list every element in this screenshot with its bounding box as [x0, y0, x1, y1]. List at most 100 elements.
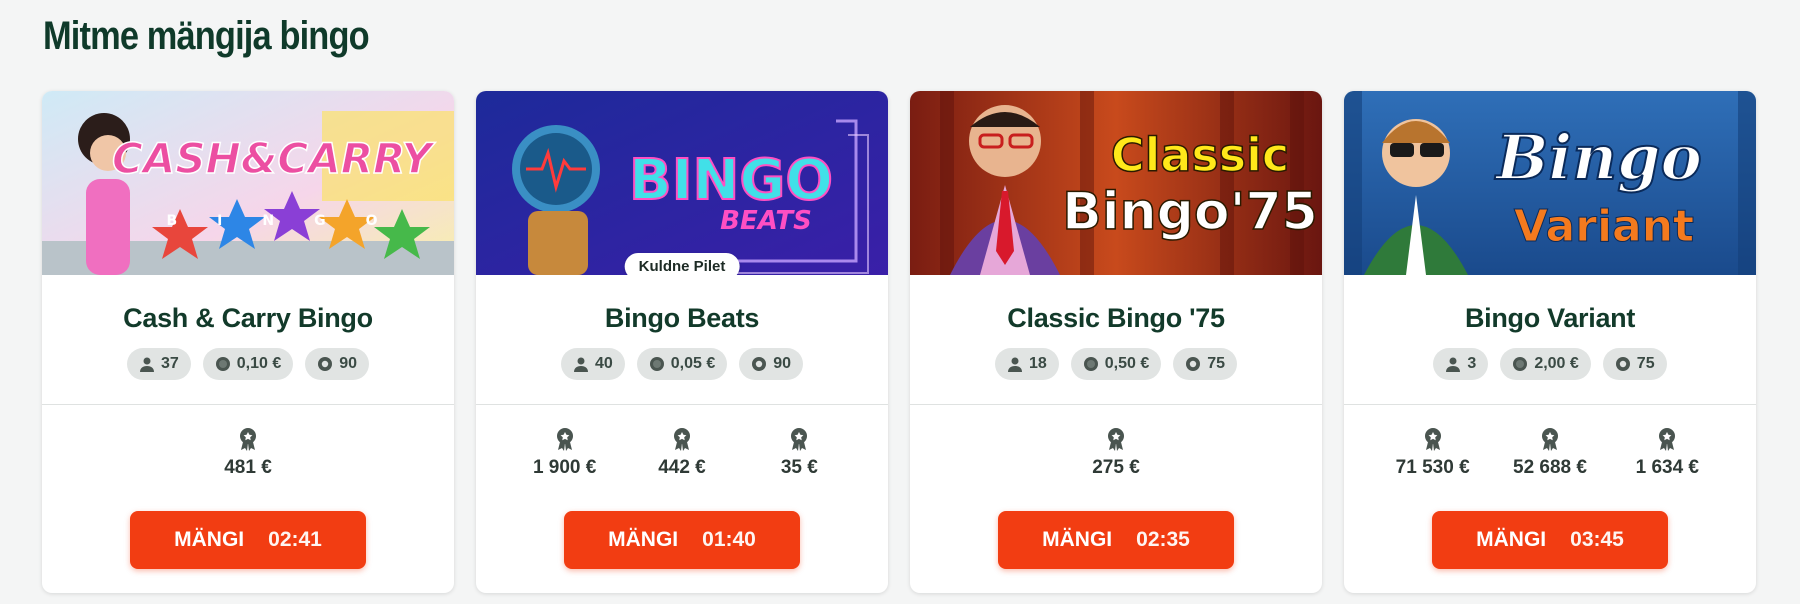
award-icon [1659, 428, 1676, 451]
coin-icon [1513, 357, 1528, 371]
countdown-timer: 02:35 [1136, 528, 1190, 551]
prize-amount: 35 € [780, 457, 818, 478]
game-stats: 3 2,00 € 75 [1344, 348, 1756, 380]
prize-item: 71 530 € [1393, 427, 1473, 479]
game-title: Cash & Carry Bingo [123, 303, 373, 333]
players-pill: 18 [994, 348, 1059, 380]
banner-logo-text: Bingo [1494, 121, 1702, 194]
prize-list: 481 € [42, 427, 454, 479]
game-stats: 18 0,50 € 75 [910, 348, 1322, 380]
play-label: MÄNGI [608, 528, 679, 551]
prize-list: 71 530 € 52 688 € 1 634 € [1344, 427, 1756, 479]
players-count: 3 [1467, 355, 1477, 372]
prize-amount: 481 € [224, 457, 272, 478]
banner-subtitle-text: BINGO [167, 213, 418, 229]
user-icon [139, 357, 154, 372]
countdown-timer: 02:41 [268, 528, 322, 551]
prize-amount: 442 € [658, 457, 706, 478]
game-banner[interactable]: Bingo Variant [1344, 91, 1756, 275]
game-banner[interactable]: BINGO BEATS Kuldne Pilet [476, 91, 888, 275]
banner-subtitle-text: Variant [1514, 201, 1694, 252]
balls-pill: 75 [1602, 348, 1667, 380]
award-icon [1541, 428, 1558, 451]
players-pill: 37 [126, 348, 191, 380]
user-icon [1446, 357, 1461, 372]
bingo-ball-icon [752, 357, 767, 371]
game-banner[interactable]: CASH&CARRY BINGO [42, 91, 454, 275]
game-banner[interactable]: Classic Bingo'75 [910, 91, 1322, 275]
ticket-price: 2,00 € [1534, 355, 1579, 372]
prize-list: 1 900 € 442 € 35 € [476, 427, 888, 479]
play-button[interactable]: MÄNGI 02:35 [998, 511, 1234, 569]
game-card-bingo-beats[interactable]: BINGO BEATS Kuldne Pilet Bingo Beats 40 … [476, 91, 888, 593]
prize-item: 1 634 € [1627, 427, 1707, 479]
countdown-timer: 01:40 [702, 528, 756, 551]
game-card-classic-bingo-75[interactable]: Classic Bingo'75 Classic Bingo '75 18 0,… [910, 91, 1322, 593]
promo-badge: Kuldne Pilet [624, 253, 740, 275]
balls-count: 90 [339, 355, 358, 372]
game-title: Bingo Variant [1464, 303, 1636, 333]
game-card-cash-carry[interactable]: CASH&CARRY BINGO Cash & Carry Bingo 37 0… [42, 91, 454, 593]
play-button[interactable]: MÄNGI 03:45 [1432, 511, 1668, 569]
divider [1344, 404, 1756, 405]
coin-icon [649, 357, 664, 371]
banner-subtitle-text: BEATS [720, 206, 812, 236]
prize-amount: 71 530 € [1395, 457, 1470, 478]
balls-pill: 90 [739, 348, 804, 380]
banner-subtitle-text: Bingo'75 [1062, 182, 1318, 242]
divider [476, 404, 888, 405]
balls-pill: 75 [1173, 348, 1238, 380]
price-pill: 0,10 € [202, 348, 294, 380]
game-card-bingo-variant[interactable]: Bingo Variant Bingo Variant 3 2,00 € 75 [1344, 91, 1756, 593]
price-pill: 0,05 € [636, 348, 728, 380]
prize-amount: 1 900 € [532, 457, 597, 478]
game-title: Bingo Beats [604, 303, 760, 333]
play-label: MÄNGI [174, 528, 245, 551]
price-pill: 2,00 € [1500, 348, 1591, 380]
game-stats: 37 0,10 € 90 [42, 348, 454, 380]
balls-pill: 90 [305, 348, 370, 380]
banner-logo-text: Classic [1111, 128, 1289, 182]
players-count: 40 [594, 355, 613, 372]
prize-item: 1 900 € [525, 427, 605, 479]
award-icon [1108, 428, 1124, 451]
game-title: Classic Bingo '75 [1007, 303, 1225, 333]
section-title: Mitme mängija bingo [43, 14, 370, 58]
award-icon [791, 428, 808, 451]
divider [910, 404, 1322, 405]
divider [42, 404, 454, 405]
ticket-price: 0,05 € [670, 355, 716, 372]
play-label: MÄNGI [1042, 528, 1113, 551]
prize-item: 481 € [208, 427, 288, 479]
award-icon [673, 428, 690, 451]
prize-item: 442 € [642, 427, 722, 479]
prize-amount: 52 688 € [1513, 457, 1587, 478]
balls-count: 75 [1636, 355, 1655, 372]
user-icon [1007, 357, 1022, 372]
ticket-price: 0,50 € [1104, 355, 1150, 372]
countdown-timer: 03:45 [1570, 528, 1624, 551]
user-icon [573, 357, 588, 372]
play-button[interactable]: MÄNGI 02:41 [130, 511, 366, 569]
bingo-ball-icon [318, 357, 333, 371]
balls-count: 90 [773, 355, 792, 372]
prize-amount: 1 634 € [1635, 457, 1700, 478]
coin-icon [1083, 357, 1098, 371]
players-count: 37 [160, 355, 179, 372]
players-pill: 3 [1433, 348, 1489, 380]
coin-icon [215, 357, 230, 371]
bingo-ball-icon [1186, 357, 1201, 371]
play-button[interactable]: MÄNGI 01:40 [564, 511, 800, 569]
award-icon [556, 428, 573, 451]
game-stats: 40 0,05 € 90 [476, 348, 888, 380]
players-count: 18 [1028, 355, 1047, 372]
prize-item: 35 € [759, 427, 839, 479]
bingo-ball-icon [1615, 357, 1630, 371]
prize-item: 275 € [1076, 427, 1156, 479]
ticket-price: 0,10 € [236, 355, 282, 372]
banner-logo-text: BINGO [629, 148, 833, 213]
game-card-list: CASH&CARRY BINGO Cash & Carry Bingo 37 0… [42, 91, 1756, 593]
award-icon [1424, 428, 1441, 451]
prize-item: 52 688 € [1510, 427, 1590, 479]
banner-logo-text: CASH&CARRY [112, 134, 436, 183]
